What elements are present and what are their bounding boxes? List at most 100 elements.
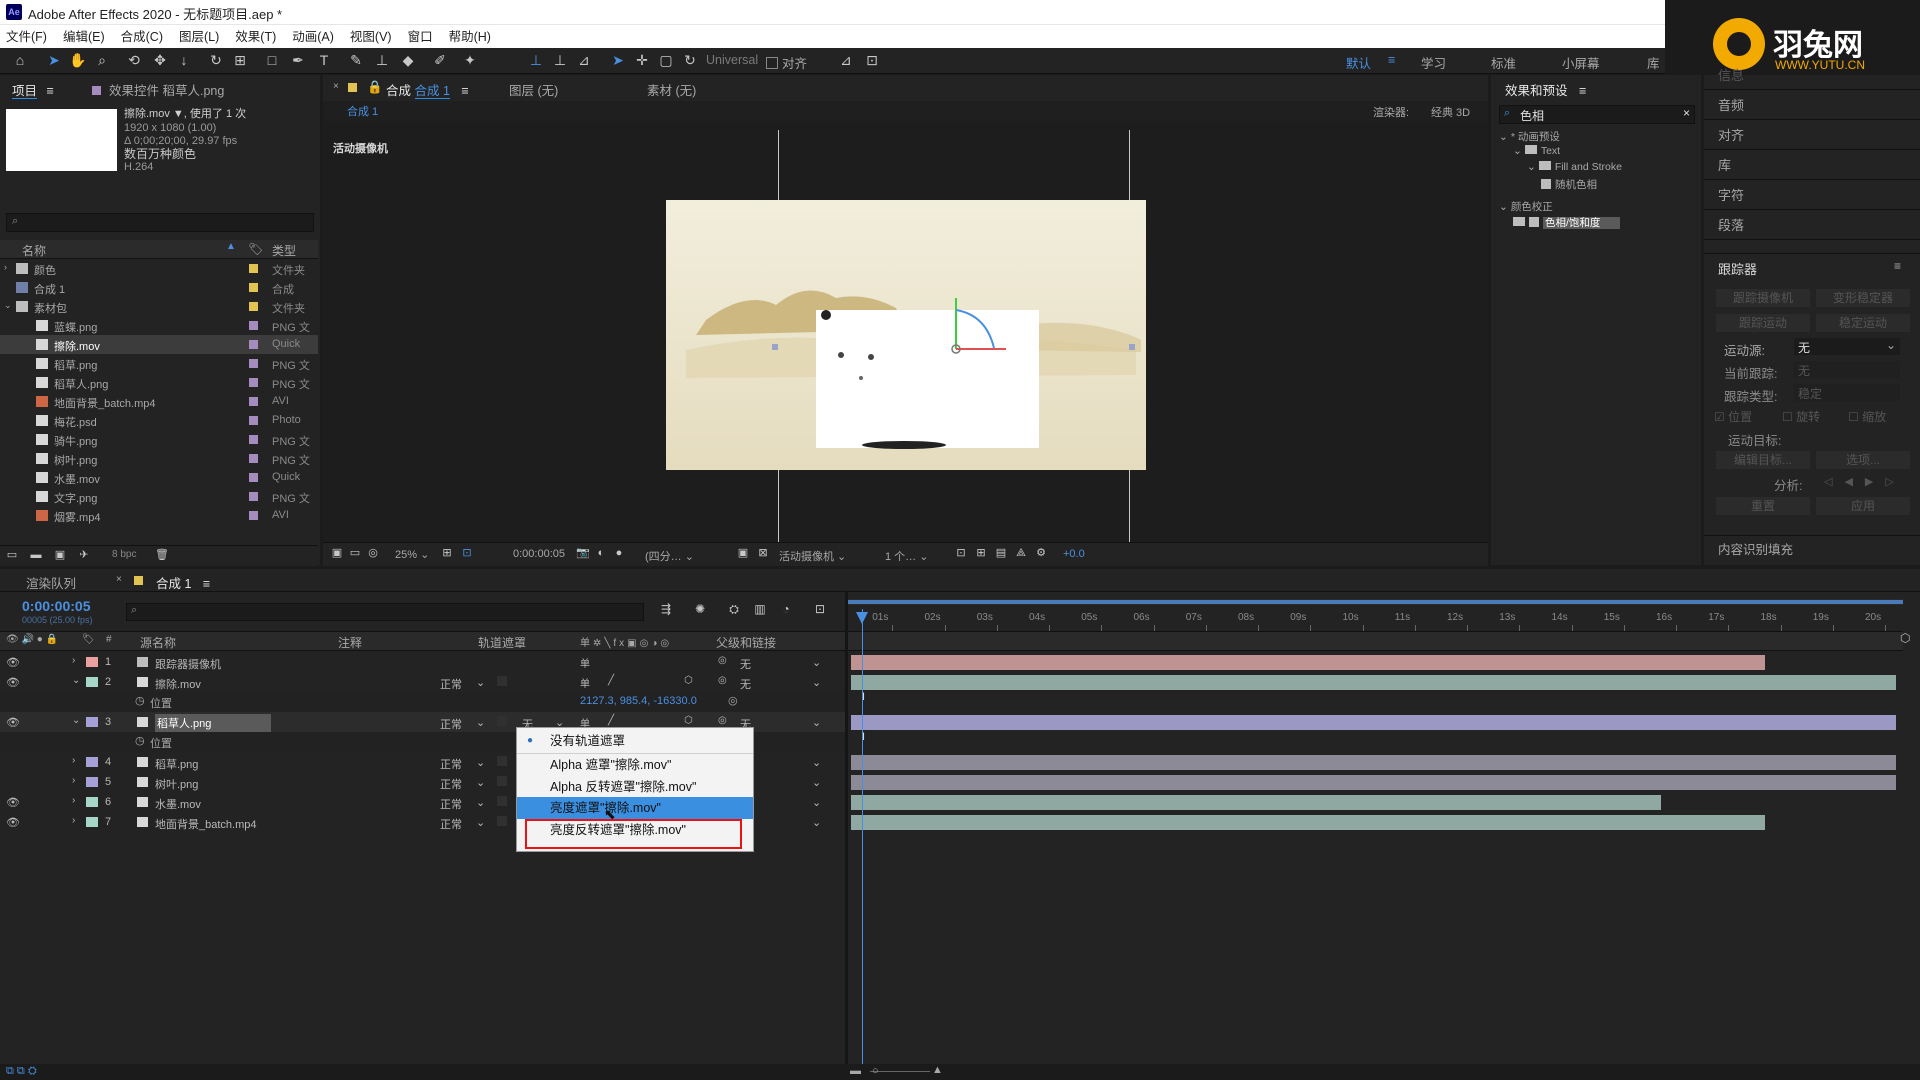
layer-label-swatch[interactable] bbox=[86, 717, 98, 727]
project-item[interactable]: 地面背景_batch.mp4 AVI bbox=[0, 392, 318, 411]
menu-item[interactable]: 帮助(H) bbox=[449, 25, 491, 49]
project-item[interactable]: 文字.png PNG 文 bbox=[0, 487, 318, 506]
project-item[interactable]: 稻草人.png PNG 文 bbox=[0, 373, 318, 392]
zoom-select[interactable]: 25% ⌄ bbox=[395, 548, 429, 561]
views-select[interactable]: 1 个… ⌄ bbox=[885, 548, 928, 564]
label-column-icon[interactable]: 🏷 bbox=[248, 242, 263, 256]
reset-exposure-icon[interactable]: ⚙ bbox=[1031, 544, 1051, 563]
panel-item[interactable]: 对齐 bbox=[1718, 125, 1744, 144]
panel-menu-icon[interactable]: ≡ bbox=[1894, 259, 1901, 273]
timeline-icon[interactable]: ▤ bbox=[991, 544, 1011, 563]
label-swatch[interactable] bbox=[249, 283, 258, 292]
label-swatch[interactable] bbox=[249, 264, 258, 273]
column-type[interactable]: 类型 bbox=[272, 242, 296, 259]
zoom-in-icon[interactable]: ▲ bbox=[932, 1064, 943, 1076]
tracker-title[interactable]: 跟踪器 bbox=[1718, 259, 1757, 278]
interpret-footage-icon[interactable]: ▭ bbox=[2, 546, 22, 565]
current-time[interactable]: 0:00:00:05 bbox=[513, 548, 565, 560]
label-swatch[interactable] bbox=[249, 321, 258, 330]
region-of-interest-icon[interactable]: ▣ bbox=[733, 544, 753, 563]
track-matte-option[interactable]: Alpha 反转遮罩"擦除.mov" bbox=[517, 776, 753, 798]
label-swatch[interactable] bbox=[249, 416, 258, 425]
blend-mode-select[interactable]: 正常 ⌄ bbox=[440, 756, 490, 772]
tab-effect-controls[interactable]: 效果控件 稻草人.png bbox=[92, 80, 224, 99]
layer-row[interactable]: 👁 › 1 跟踪器摄像机 单 ◎ 无 ⌄ bbox=[0, 652, 845, 672]
visibility-eye-icon[interactable]: 👁 bbox=[6, 716, 20, 729]
clone-stamp-tool-icon[interactable]: ⊥ bbox=[372, 51, 392, 70]
sort-ascending-icon[interactable]: ▲ bbox=[226, 241, 236, 252]
menu-item[interactable]: 效果(T) bbox=[235, 25, 276, 49]
layer-duration-bar[interactable] bbox=[851, 775, 1896, 790]
motion-source-select[interactable]: 无 ⌄ bbox=[1794, 338, 1900, 355]
playhead-marker-icon[interactable] bbox=[856, 612, 868, 624]
chevron-down-icon[interactable]: ⌄ bbox=[1513, 145, 1522, 157]
universal-rotate-icon[interactable]: ↻ bbox=[680, 51, 700, 70]
column-comment[interactable]: 注释 bbox=[338, 634, 362, 651]
chevron-down-icon[interactable]: ⌄ bbox=[812, 776, 821, 789]
column-name[interactable]: 名称 bbox=[22, 242, 46, 259]
layer-name[interactable]: 擦除.mov bbox=[155, 676, 201, 692]
3d-layer-switch-icon[interactable]: ⬡ bbox=[684, 675, 693, 686]
comp-breadcrumb[interactable]: 合成 1 bbox=[347, 103, 378, 119]
chevron-down-icon[interactable]: ⌄ bbox=[1527, 161, 1536, 173]
pen-tool-icon[interactable]: ✒ bbox=[288, 51, 308, 70]
menu-item[interactable]: 图层(L) bbox=[179, 25, 219, 49]
preserve-transparency-toggle[interactable] bbox=[497, 796, 507, 806]
panel-item[interactable]: 音频 bbox=[1718, 95, 1744, 114]
label-swatch[interactable] bbox=[249, 359, 258, 368]
preserve-transparency-toggle[interactable] bbox=[497, 776, 507, 786]
zoom-out-icon[interactable]: ▬ bbox=[850, 1065, 861, 1077]
eraser-tool-icon[interactable]: ◆ bbox=[398, 51, 418, 70]
layer-label-swatch[interactable] bbox=[86, 757, 98, 767]
view-axis-mode-icon[interactable]: ⊿ bbox=[574, 51, 594, 70]
chevron-down-icon[interactable]: ⌄ bbox=[812, 656, 821, 669]
label-swatch[interactable] bbox=[249, 378, 258, 387]
visibility-eye-icon[interactable]: 👁 bbox=[6, 676, 20, 689]
panel-menu-icon[interactable]: ≡ bbox=[1388, 53, 1395, 67]
universal-select-icon[interactable]: ➤ bbox=[608, 51, 628, 70]
panel-menu-icon[interactable]: ≡ bbox=[1579, 84, 1586, 98]
twirl-chevron-icon[interactable]: ⌄ bbox=[72, 715, 80, 726]
chevron-down-icon[interactable]: ⌄ bbox=[812, 716, 821, 729]
monitor-icon[interactable]: ▭ bbox=[345, 544, 365, 563]
orbit-camera-tool-icon[interactable]: ⟲ bbox=[124, 51, 144, 70]
world-axis-mode-icon[interactable]: ⊥ bbox=[550, 51, 570, 70]
show-snapshot-icon[interactable]: ◐ bbox=[591, 544, 611, 563]
label-swatch[interactable] bbox=[249, 511, 258, 520]
new-folder-icon[interactable]: ▬ bbox=[26, 546, 46, 565]
rectangle-tool-icon[interactable]: □ bbox=[262, 51, 282, 70]
layer-name[interactable]: 水墨.mov bbox=[155, 796, 201, 812]
twirl-chevron-icon[interactable]: ⌄ bbox=[72, 675, 80, 686]
label-swatch[interactable] bbox=[249, 492, 258, 501]
puppet-pin-tool-icon[interactable]: ✦ bbox=[460, 51, 480, 70]
chevron-icon[interactable]: ⌄ bbox=[4, 300, 12, 311]
tab-effects-presets[interactable]: 效果和预设 ≡ bbox=[1505, 80, 1586, 99]
project-item[interactable]: 稻草.png PNG 文 bbox=[0, 354, 318, 373]
project-item[interactable]: 骑牛.png PNG 文 bbox=[0, 430, 318, 449]
reset-button[interactable]: 重置 bbox=[1716, 497, 1810, 515]
project-item[interactable]: 合成 1 合成 bbox=[0, 278, 318, 297]
close-icon[interactable]: × bbox=[333, 81, 339, 92]
zoom-slider[interactable] bbox=[870, 1071, 930, 1072]
content-aware-fill-title[interactable]: 内容识别填充 bbox=[1718, 539, 1793, 558]
stopwatch-icon[interactable]: ◷ bbox=[135, 694, 145, 707]
chevron-down-icon[interactable]: ⌄ bbox=[1499, 201, 1508, 213]
status-icons[interactable]: ⧉ ⧉ ⛭ bbox=[6, 1065, 37, 1078]
keyframe-icon[interactable]: I bbox=[862, 731, 865, 743]
edit-target-button[interactable]: 编辑目标... bbox=[1716, 451, 1810, 469]
snap-checkbox[interactable]: 对齐 bbox=[766, 53, 807, 72]
column-track-matte[interactable]: 轨道遮罩 bbox=[478, 634, 526, 651]
project-item[interactable]: 擦除.mov Quick bbox=[0, 335, 318, 354]
blend-mode-select[interactable]: 正常 ⌄ bbox=[440, 796, 490, 812]
lock-icon[interactable]: 🔒 bbox=[367, 80, 383, 95]
chevron-down-icon[interactable]: ⌄ bbox=[812, 816, 821, 829]
panel-item[interactable]: 库 bbox=[1718, 155, 1731, 174]
asset-name[interactable]: 擦除.mov ▼ bbox=[124, 108, 184, 120]
layer-label-swatch[interactable] bbox=[86, 677, 98, 687]
effects-search-input[interactable]: ⌕ 色相 × bbox=[1499, 105, 1695, 124]
panel-menu-icon[interactable]: ≡ bbox=[47, 84, 54, 98]
options-button[interactable]: 选项... bbox=[1816, 451, 1910, 469]
analyze-controls[interactable]: ◁◀▶▷ bbox=[1824, 475, 1906, 488]
track-matte-option[interactable]: Alpha 遮罩"擦除.mov" bbox=[517, 754, 753, 776]
layer-name[interactable]: 地面背景_batch.mp4 bbox=[155, 816, 256, 832]
